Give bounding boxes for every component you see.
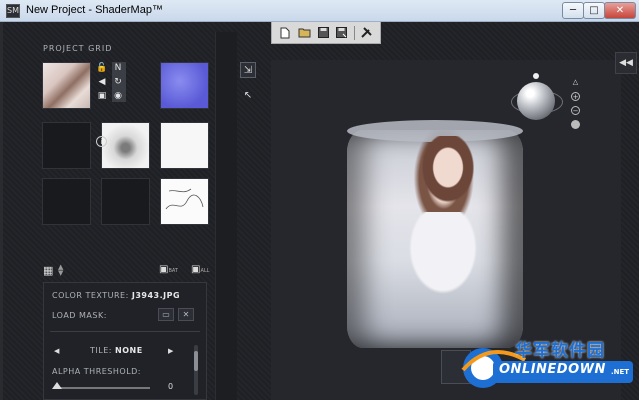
refresh-icon[interactable]: ↻ [112,76,124,88]
grid-cell-ambient-occlusion[interactable] [101,122,150,169]
grid-layout-icon[interactable]: ▦ [43,264,53,277]
watermark-cn-text: 华军软件园 [515,341,605,361]
tile-value: NONE [115,346,143,355]
properties-scrollbar[interactable] [194,345,198,395]
toolbar-separator [353,25,355,40]
load-mask-label: LOAD MASK: [52,311,107,320]
alpha-threshold-slider[interactable] [54,387,150,389]
clear-mask-button[interactable]: ✕ [178,308,194,321]
grid-cell-empty[interactable] [42,122,91,169]
main-toolbar [271,22,381,44]
save-icon[interactable]: ▣ [96,90,108,102]
close-button[interactable]: ✕ [604,2,636,19]
cell-tools-right: N ↻ ◉ [112,62,126,102]
color-texture-row: COLOR TEXTURE: J3943.JPG [52,291,180,300]
grid-cell-color-texture[interactable] [42,62,91,109]
eye-icon[interactable]: ◉ [112,90,124,102]
material-sphere[interactable] [517,82,555,120]
grid-cell-empty[interactable] [42,178,91,225]
properties-panel: COLOR TEXTURE: J3943.JPG LOAD MASK: ▭ ✕ … [43,282,207,400]
viewport-tools-column: ⇲ ↖ [215,32,256,400]
grid-cell-specular[interactable] [160,122,209,169]
grid-controls: ▦ ▲ ▼ ▣BAT ▣ALL [43,264,213,278]
grid-cell-empty[interactable] [101,178,150,225]
tile-prev-icon[interactable]: ◀ [54,347,59,355]
divider [50,331,200,332]
app-client-area: PROJECT GRID 🔓 ◀ ▣ N ↻ ◉ i ▦ ▲ ▼ ▣BAT ▣A… [0,22,639,400]
tile-row: TILE: NONE [90,346,143,355]
tile-label: TILE: [90,346,112,355]
minus-circle-icon[interactable]: − [571,106,580,115]
dot-icon[interactable] [571,120,580,129]
grid-cell-edge-map[interactable] [160,178,209,225]
settings-tools-icon[interactable] [360,26,374,40]
color-texture-label: COLOR TEXTURE: [52,291,129,300]
color-texture-value: J3943.JPG [131,291,181,300]
new-file-icon[interactable] [278,26,292,40]
save-as-icon[interactable] [335,26,349,40]
normal-n-icon[interactable]: N [112,62,124,74]
grid-size-spinner-icon[interactable]: ▲ ▼ [58,264,63,277]
watermark-en-text: ONLINEDOWN [499,362,606,377]
load-mask-folder-button[interactable]: ▭ [158,308,174,321]
minimize-button[interactable]: ─ [562,2,584,19]
move-light-icon[interactable]: ↖ [240,88,256,104]
triangle-up-icon[interactable]: △ [571,78,580,87]
batch-button[interactable]: ▣BAT [159,264,178,275]
texture-figure [403,212,483,302]
watermark-suffix: .NET [611,368,630,376]
lock-icon[interactable]: 🔓 [96,62,108,74]
grid-cell-normal-map[interactable] [160,62,209,109]
arrow-left-icon[interactable]: ◀ [96,76,108,88]
alpha-threshold-value: 0 [168,382,174,391]
window-title: New Project - ShaderMap™ [26,4,163,16]
add-light-icon[interactable]: ⇲ [240,62,256,78]
title-bar: SM New Project - ShaderMap™ ─ □ ✕ [0,0,639,22]
texture-portrait [419,136,477,206]
save-all-button[interactable]: ▣ALL [191,264,209,275]
alpha-threshold-knob[interactable] [52,382,62,389]
app-icon: SM [6,4,20,18]
collapse-panel-button[interactable]: ◀◀ [615,52,637,74]
plus-circle-icon[interactable]: + [571,92,580,101]
project-panel: PROJECT GRID 🔓 ◀ ▣ N ↻ ◉ i ▦ ▲ ▼ ▣BAT ▣A… [35,38,215,400]
cell-tools-left: 🔓 ◀ ▣ [96,62,110,102]
light-source-dot[interactable] [533,73,539,79]
panel-title: PROJECT GRID [43,44,113,53]
save-icon[interactable] [316,26,330,40]
maximize-button[interactable]: □ [583,2,605,19]
info-icon[interactable]: i [96,136,107,147]
watermark: 华军软件园 ONLINEDOWN .NET [441,320,639,400]
tile-next-icon[interactable]: ▶ [168,347,173,355]
alpha-threshold-label: ALPHA THRESHOLD: [52,367,142,376]
open-folder-icon[interactable] [297,26,311,40]
